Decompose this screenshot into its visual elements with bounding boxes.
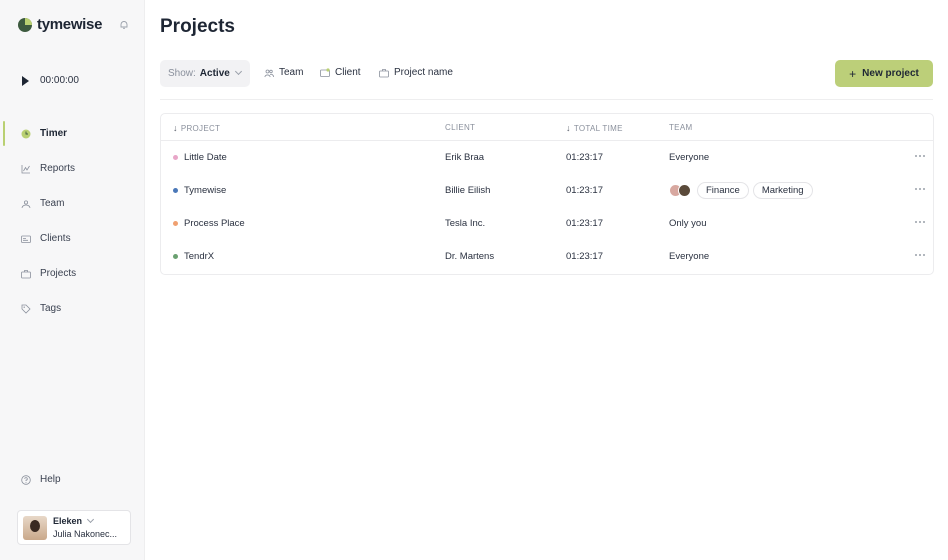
sidebar-item-label: Projects	[40, 268, 77, 279]
timer-value: 00:00:00	[40, 75, 79, 86]
avatar	[678, 184, 691, 197]
client-name: Billie Eilish	[445, 185, 491, 196]
team-icon	[264, 69, 274, 77]
chevron-down-icon	[234, 67, 242, 76]
more-options-icon[interactable]	[915, 221, 925, 223]
table-header: ↓ PROJECT CLIENT ↓ TOTAL TIME TEAM	[161, 114, 933, 141]
sidebar: tymewise 00:00:00 Timer Reports Team Cli…	[0, 0, 145, 560]
sidebar-item-label: Tags	[40, 303, 62, 314]
app-name: tymewise	[37, 16, 103, 33]
show-label: Show:	[168, 68, 196, 79]
new-project-label: New project	[862, 68, 919, 79]
sidebar-nav: Timer Reports Team Clients Projects Tags	[0, 116, 145, 326]
team-value: Only you	[669, 218, 707, 229]
table-row[interactable]: Process Place Tesla Inc. 01:23:17 Only y…	[161, 207, 933, 240]
column-header-project[interactable]: ↓ PROJECT	[173, 123, 220, 133]
logo-icon	[18, 17, 32, 32]
column-header-total-time[interactable]: ↓ TOTAL TIME	[566, 123, 623, 133]
project-color-dot	[173, 188, 178, 193]
timer-icon	[21, 129, 31, 138]
column-label: PROJECT	[180, 123, 221, 133]
sidebar-item-projects[interactable]: Projects	[0, 256, 145, 291]
table-row[interactable]: Tymewise Billie Eilish 01:23:17 Finance …	[161, 174, 933, 207]
avatar	[23, 515, 47, 540]
team-avatars	[669, 184, 691, 197]
help-icon	[21, 474, 31, 485]
column-header-client[interactable]: CLIENT	[445, 123, 475, 132]
client-filter-label: Client	[335, 67, 361, 78]
sidebar-item-team[interactable]: Team	[0, 186, 145, 221]
bell-icon[interactable]	[119, 20, 129, 30]
sidebar-item-label: Team	[40, 198, 65, 209]
client-name: Tesla Inc.	[445, 218, 486, 229]
total-time: 01:23:17	[566, 251, 603, 262]
project-name[interactable]: Tymewise	[184, 185, 226, 196]
play-icon[interactable]	[22, 75, 29, 86]
chevron-down-icon	[86, 515, 95, 523]
more-options-icon[interactable]	[915, 155, 925, 157]
project-color-dot	[173, 155, 178, 160]
sort-arrow-down-icon: ↓	[566, 123, 571, 133]
column-header-team[interactable]: TEAM	[669, 123, 692, 132]
column-label: TOTAL TIME	[573, 123, 623, 133]
client-name: Dr. Martens	[445, 251, 495, 262]
team-filter[interactable]: Team	[264, 67, 303, 78]
sidebar-item-label: Clients	[40, 233, 71, 244]
sidebar-item-tags[interactable]: Tags	[0, 291, 145, 326]
quick-timer[interactable]: 00:00:00	[22, 75, 79, 86]
new-project-button[interactable]: + New project	[835, 60, 933, 87]
project-name[interactable]: TendrX	[184, 251, 214, 262]
column-label: TEAM	[669, 123, 693, 132]
user-name: Julia Nakonec...	[53, 528, 118, 539]
team-tags: Finance Marketing	[669, 174, 817, 207]
sidebar-item-label: Reports	[40, 163, 76, 174]
tags-icon	[21, 304, 31, 314]
sidebar-item-clients[interactable]: Clients	[0, 221, 145, 256]
more-options-icon[interactable]	[915, 188, 925, 190]
more-options-icon[interactable]	[915, 254, 925, 256]
user-menu[interactable]: Eleken Julia Nakonec...	[17, 510, 131, 545]
reports-icon	[21, 164, 30, 173]
user-org: Eleken	[53, 515, 83, 526]
team-value: Everyone	[669, 152, 710, 163]
client-name: Erik Braa	[445, 152, 485, 163]
team-filter-label: Team	[279, 67, 304, 78]
project-name[interactable]: Little Date	[184, 152, 227, 163]
sidebar-item-reports[interactable]: Reports	[0, 151, 145, 186]
main-content: Projects Show: Active Team Client Projec…	[145, 0, 948, 560]
project-color-dot	[173, 221, 178, 226]
team-tag-marketing[interactable]: Marketing	[752, 182, 813, 199]
help-label: Help	[40, 474, 61, 485]
app-logo[interactable]: tymewise	[18, 16, 102, 33]
clients-icon	[21, 235, 31, 243]
projects-icon	[379, 68, 389, 77]
project-color-dot	[173, 254, 178, 259]
sidebar-item-label: Timer	[40, 128, 68, 139]
page-title: Projects	[160, 16, 235, 37]
table-row[interactable]: TendrX Dr. Martens 01:23:17 Everyone	[161, 240, 933, 273]
plus-icon: +	[849, 66, 857, 81]
total-time: 01:23:17	[566, 218, 603, 229]
total-time: 01:23:17	[566, 152, 603, 163]
team-icon	[21, 199, 31, 208]
sort-arrow-down-icon: ↓	[173, 123, 178, 133]
show-filter-dropdown[interactable]: Show: Active	[160, 60, 250, 87]
column-label: CLIENT	[445, 123, 476, 132]
project-name-filter[interactable]: Project name	[379, 67, 453, 78]
projects-icon	[21, 269, 31, 278]
project-name[interactable]: Process Place	[184, 218, 245, 229]
help-link[interactable]: Help	[21, 474, 61, 485]
project-name-filter-label: Project name	[394, 67, 453, 78]
team-value: Everyone	[669, 251, 710, 262]
projects-table: ↓ PROJECT CLIENT ↓ TOTAL TIME TEAM Littl…	[160, 113, 934, 275]
total-time: 01:23:17	[566, 185, 603, 196]
show-value: Active	[199, 68, 230, 79]
sidebar-item-timer[interactable]: Timer	[0, 116, 145, 151]
filter-toolbar: Show: Active Team Client Project name + …	[160, 60, 933, 100]
client-filter[interactable]: Client	[320, 67, 361, 78]
team-tag-finance[interactable]: Finance	[697, 182, 749, 199]
table-row[interactable]: Little Date Erik Braa 01:23:17 Everyone	[161, 141, 933, 174]
client-icon	[320, 67, 330, 77]
